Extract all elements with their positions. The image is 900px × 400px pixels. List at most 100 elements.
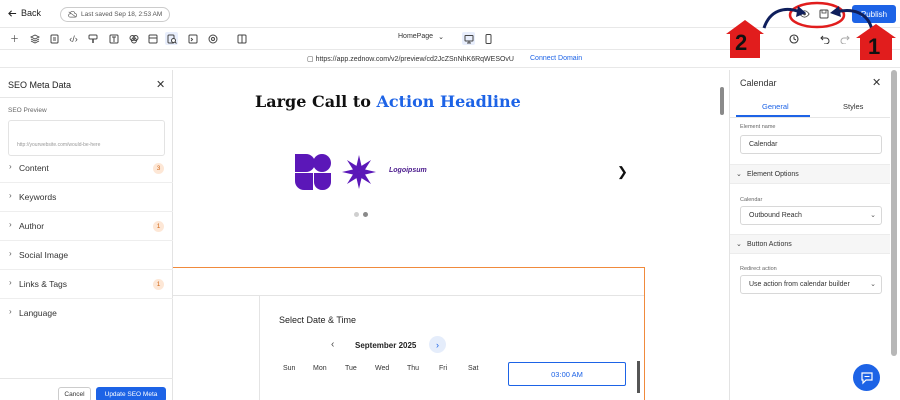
chevron-right-icon[interactable]: › — [429, 336, 446, 353]
carousel-dot[interactable] — [354, 212, 359, 217]
logo-star-icon — [342, 155, 376, 189]
back-label: Back — [21, 8, 42, 18]
back-button[interactable]: Back — [8, 8, 41, 18]
seo-icon[interactable] — [165, 32, 178, 45]
text-icon[interactable] — [107, 32, 120, 45]
accordion-label: Social Image — [19, 250, 69, 260]
panel-scrollbar[interactable] — [891, 70, 897, 356]
logo-text: Logoipsum — [389, 167, 427, 174]
chevron-right-icon: › — [9, 191, 12, 200]
mobile-icon[interactable] — [482, 32, 495, 45]
chevron-down-icon: ⌄ — [870, 281, 876, 288]
element-name-input[interactable]: Calendar — [740, 135, 882, 154]
accordion-content[interactable]: › Content 3 — [0, 154, 173, 183]
undo-icon[interactable] — [818, 32, 831, 45]
tab-styles[interactable]: Styles — [843, 102, 863, 111]
chevron-down-icon: ⌄ — [736, 241, 742, 248]
accordion-author[interactable]: › Author 1 — [0, 212, 173, 241]
preview-url-text: https://app.zednow.com/v2/preview/cd2JcZ… — [315, 56, 514, 63]
weekday-label: Mon — [313, 365, 327, 372]
seo-preview-url: http://yourwebsite.com/would-be-here — [17, 142, 101, 148]
count-badge: 3 — [153, 163, 164, 174]
seo-preview-label: SEO Preview — [8, 107, 47, 114]
calendar-element[interactable]: l Select Date & Time ‹ September 2025 › … — [173, 267, 645, 400]
accordion-links-tags[interactable]: › Links & Tags 1 — [0, 270, 173, 299]
preview-url[interactable]: ▢ https://app.zednow.com/v2/preview/cd2J… — [307, 55, 514, 63]
section-icon[interactable] — [146, 32, 159, 45]
headline-text: Large Call to — [255, 92, 377, 111]
weekday-label: Wed — [375, 365, 390, 372]
chevron-right-icon: › — [9, 162, 12, 171]
chevron-down-icon: ⌄ — [870, 212, 876, 219]
accordion-keywords[interactable]: › Keywords — [0, 183, 173, 212]
chat-icon — [860, 371, 873, 384]
publish-button[interactable]: Publish — [852, 5, 896, 23]
logo-blocks-icon — [295, 154, 331, 190]
add-icon[interactable]: ＋ — [8, 32, 21, 45]
accordion-language[interactable]: › Language — [0, 299, 173, 328]
accordion-label: Language — [19, 308, 57, 318]
desktop-icon[interactable] — [462, 32, 475, 45]
weekday-label: Tue — [345, 365, 357, 372]
brush-icon[interactable] — [86, 32, 99, 45]
close-icon[interactable]: ✕ — [156, 78, 165, 91]
canvas-scrollbar[interactable] — [720, 87, 724, 115]
last-saved-badge: Last saved Sep 18, 2:53 AM — [60, 7, 171, 22]
accordion-label: Content — [19, 163, 49, 173]
divider — [173, 295, 644, 296]
count-badge: 1 — [153, 221, 164, 232]
pages-icon[interactable] — [48, 32, 61, 45]
eye-icon[interactable] — [797, 7, 811, 21]
weekday-label: Sat — [468, 365, 479, 372]
calendar-month: September 2025 — [355, 341, 417, 350]
sidebar-icon[interactable] — [235, 32, 248, 45]
chevron-left-icon[interactable]: ‹ — [331, 339, 334, 350]
divider — [0, 378, 173, 379]
carousel-next-icon[interactable]: ❯ — [617, 164, 628, 180]
top-bar: Back Last saved Sep 18, 2:53 AM Publish — [0, 0, 900, 28]
redirect-action-value: Use action from calendar builder — [749, 281, 850, 288]
divider — [730, 117, 890, 118]
time-slot-button[interactable]: 03:00 AM — [508, 362, 626, 386]
calendar-select[interactable]: Outbound Reach ⌄ — [740, 206, 882, 225]
weekday-label: Thu — [407, 365, 420, 372]
redirect-action-select[interactable]: Use action from calendar builder ⌄ — [740, 275, 882, 294]
layers-icon[interactable] — [28, 32, 41, 45]
builder-toolbar: ＋ ‹/› HomePage ⌄ — [0, 28, 900, 50]
cancel-button[interactable]: Cancel — [58, 387, 91, 400]
history-icon[interactable] — [787, 32, 800, 45]
accordion-label: Keywords — [19, 192, 57, 202]
element-options-section[interactable]: ⌄ Element Options — [730, 164, 890, 184]
update-seo-meta-button[interactable]: Update SEO Meta — [96, 387, 166, 400]
button-actions-section[interactable]: ⌄ Button Actions — [730, 234, 890, 254]
weekday-label: Fri — [439, 365, 448, 372]
hero-headline[interactable]: Large Call to Action Headline — [255, 92, 521, 111]
carousel-dot-active[interactable] — [363, 212, 368, 217]
chevron-down-icon: ⌄ — [438, 34, 444, 41]
accordion-label: Author — [19, 221, 45, 231]
redo-icon[interactable] — [838, 32, 851, 45]
page-select[interactable]: HomePage ⌄ — [398, 33, 444, 41]
section-label: Button Actions — [747, 241, 792, 248]
calendar-scrollbar[interactable] — [637, 361, 640, 393]
tab-general[interactable]: General — [762, 102, 789, 111]
calendar-title: Select Date & Time — [279, 315, 357, 325]
divider — [0, 97, 173, 98]
global-icon[interactable] — [206, 32, 219, 45]
arrow-left-icon — [8, 9, 17, 17]
chat-support-button[interactable] — [853, 364, 880, 391]
link-icon: ▢ — [307, 56, 316, 63]
calendar-select-value: Outbound Reach — [749, 212, 802, 219]
close-icon[interactable]: ✕ — [872, 76, 881, 89]
accordion-label: Links & Tags — [19, 279, 68, 289]
chevron-right-icon: › — [9, 307, 12, 316]
accordion-social-image[interactable]: › Social Image — [0, 241, 173, 270]
terminal-icon[interactable] — [186, 32, 199, 45]
code-icon[interactable]: ‹/› — [67, 32, 80, 45]
save-icon[interactable] — [817, 7, 831, 21]
color-icon[interactable] — [127, 32, 140, 45]
connect-domain-link[interactable]: Connect Domain — [530, 55, 582, 62]
element-name-label: Element name — [740, 124, 776, 130]
divider — [259, 296, 260, 400]
weekday-label: Sun — [283, 365, 296, 372]
